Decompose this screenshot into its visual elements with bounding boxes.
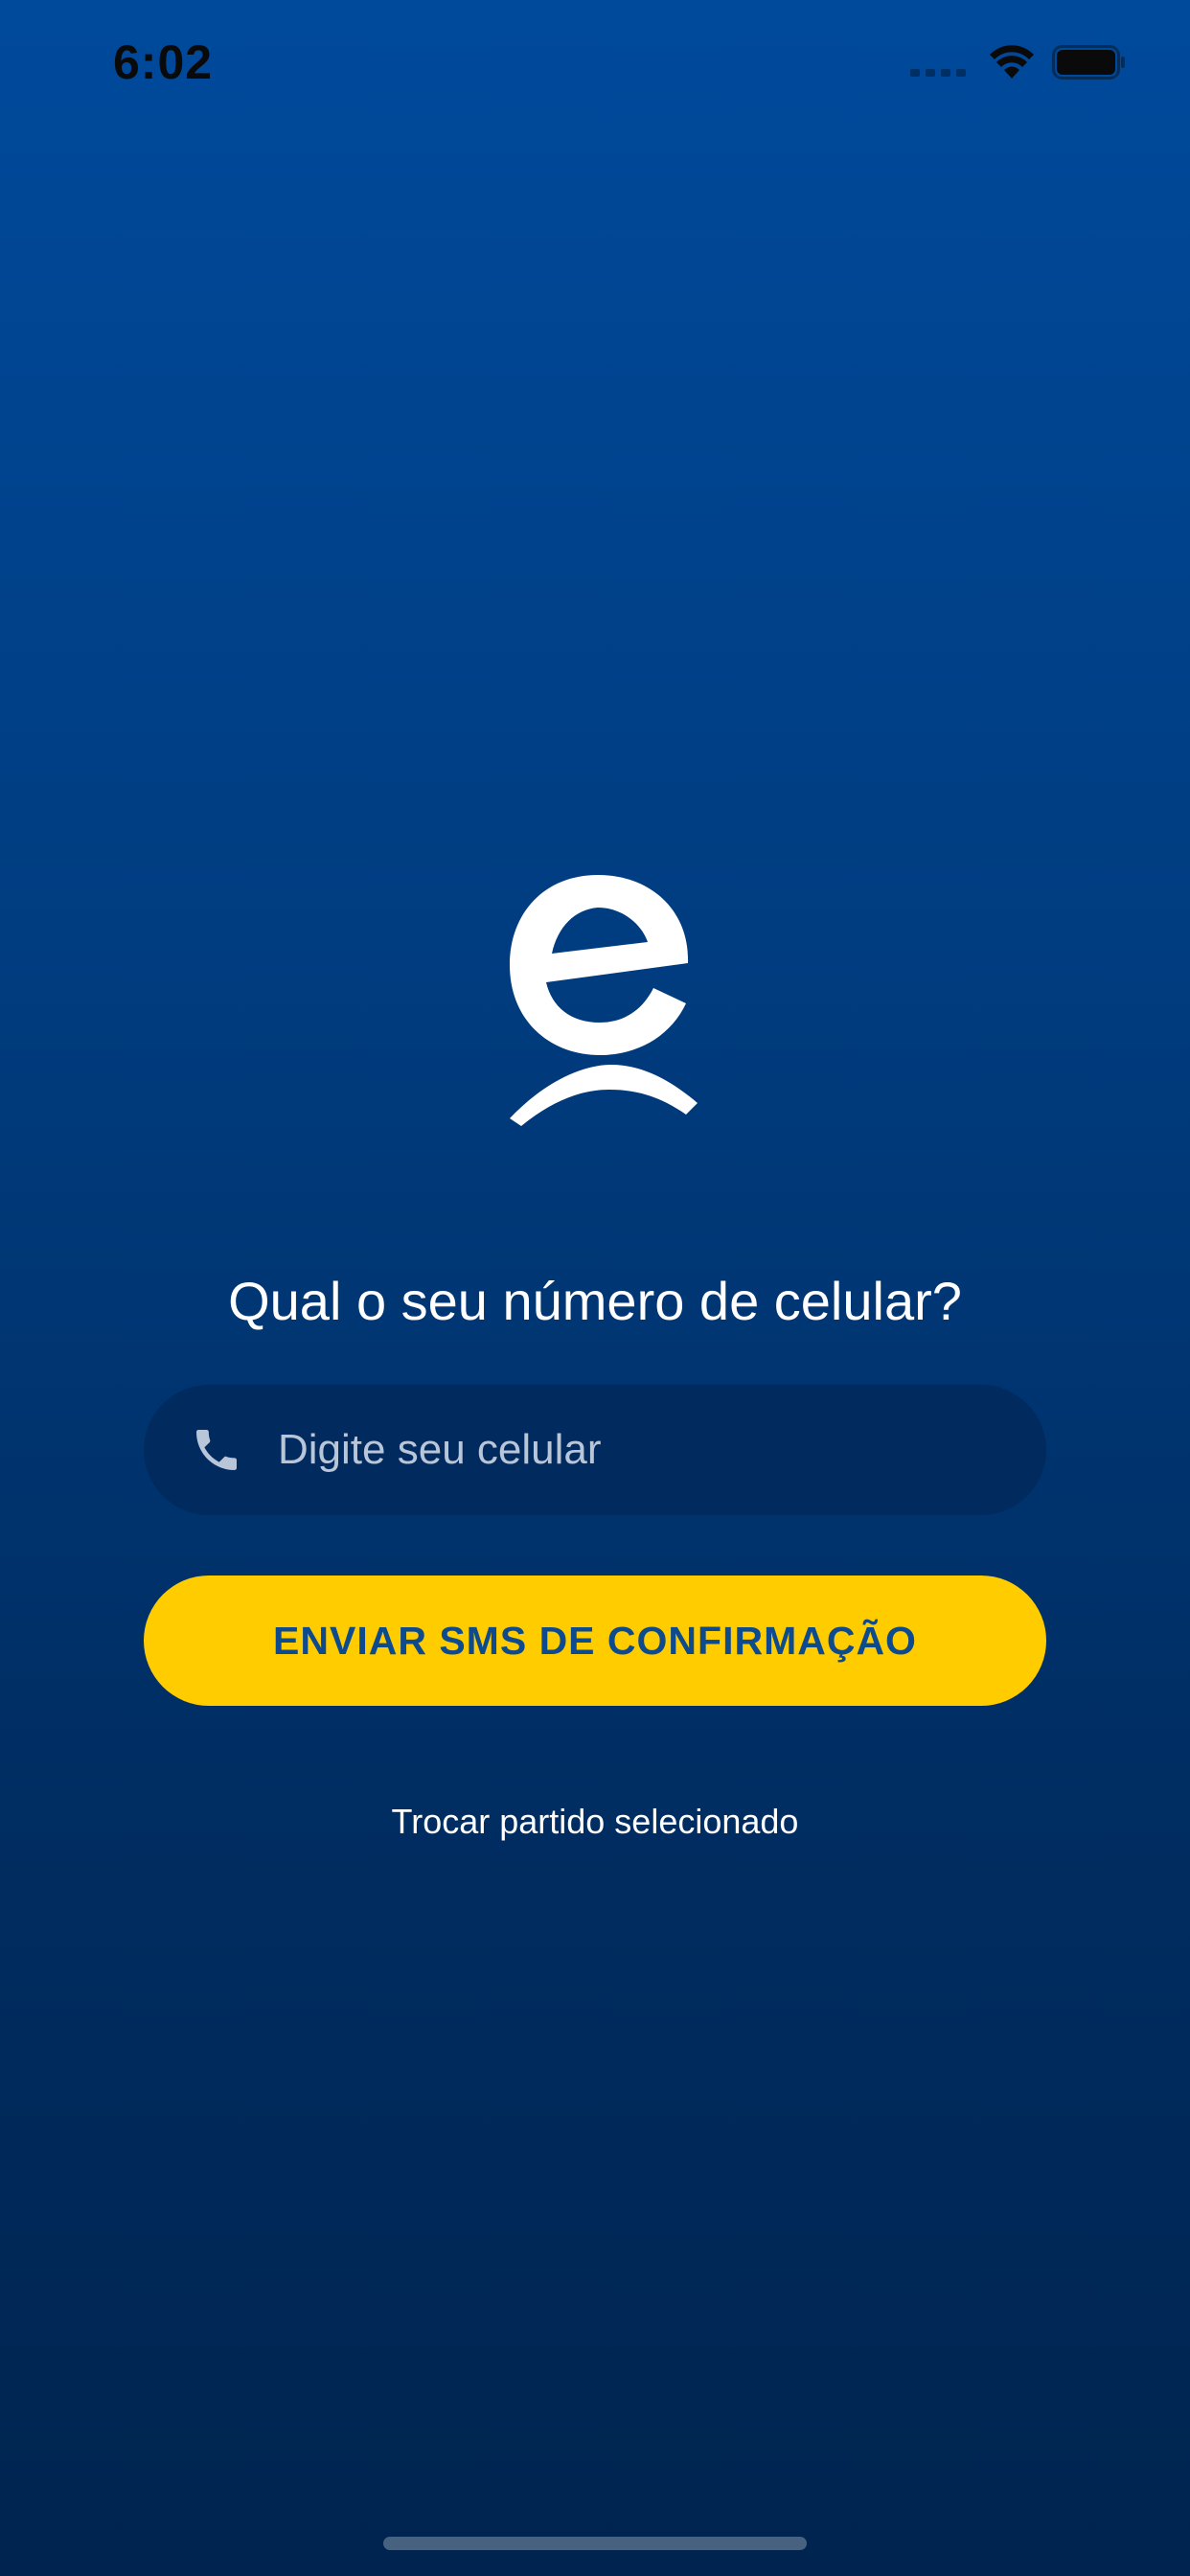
login-screen: 6:02 Qual o seu número de celular? Digit… [0, 0, 1190, 2576]
battery-icon [1052, 45, 1125, 80]
wifi-icon [990, 45, 1034, 79]
switch-party-link[interactable]: Trocar partido selecionado [0, 1802, 1190, 1842]
page-title: Qual o seu número de celular? [228, 1271, 962, 1331]
status-bar: 6:02 [0, 0, 1190, 134]
phone-input[interactable] [278, 1421, 1046, 1479]
send-sms-button[interactable]: ENVIAR SMS DE CONFIRMAÇÃO [144, 1576, 1046, 1706]
phone-field[interactable] [144, 1385, 1046, 1515]
status-icons [910, 44, 1127, 80]
home-indicator[interactable] [383, 2537, 807, 2550]
signal-icon [910, 48, 966, 77]
party-logo-icon [510, 875, 698, 1126]
status-time: 6:02 [113, 35, 214, 89]
phone-icon [196, 1430, 237, 1470]
